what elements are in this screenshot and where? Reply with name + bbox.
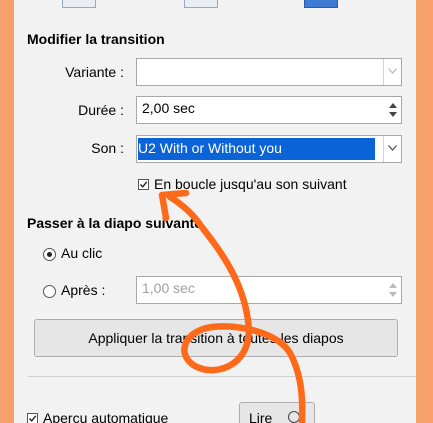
- after-delay-value: 1,00 sec: [142, 280, 195, 296]
- on-click-radio[interactable]: [43, 248, 56, 261]
- duration-value: 2,00 sec: [142, 100, 195, 116]
- after-delay-spin-buttons: [386, 277, 401, 303]
- spin-down-icon[interactable]: [389, 112, 397, 117]
- after-label[interactable]: Après :: [61, 282, 105, 298]
- play-button-label: Lire: [249, 410, 273, 423]
- sound-label: Son :: [91, 140, 124, 156]
- play-icon: [288, 411, 300, 423]
- transition-thumbnail-selected[interactable]: [304, 0, 338, 8]
- spin-down-icon: [389, 292, 397, 297]
- loop-checkbox-label[interactable]: En boucle jusqu'au son suivant: [154, 176, 347, 192]
- auto-preview-label[interactable]: Aperçu automatique: [43, 410, 168, 423]
- auto-preview-checkbox[interactable]: [27, 413, 38, 423]
- spin-up-icon[interactable]: [389, 103, 397, 108]
- duration-spinbox[interactable]: 2,00 sec: [136, 96, 402, 124]
- on-click-label[interactable]: Au clic: [61, 245, 102, 261]
- variant-dropdown[interactable]: [136, 58, 402, 86]
- chevron-down-icon[interactable]: [383, 59, 401, 85]
- sound-value: U2 With or Without you: [138, 140, 282, 156]
- after-delay-spinbox: 1,00 sec: [136, 276, 402, 304]
- duration-spin-buttons[interactable]: [386, 97, 401, 123]
- transition-thumbnail[interactable]: [62, 0, 96, 8]
- sound-dropdown[interactable]: U2 With or Without you: [136, 135, 402, 163]
- play-button[interactable]: Lire: [239, 402, 315, 423]
- advance-slide-heading: Passer à la diapo suivante: [27, 215, 203, 231]
- modify-transition-heading: Modifier la transition: [27, 31, 165, 47]
- duration-label: Durée :: [78, 102, 124, 118]
- spin-up-icon: [389, 283, 397, 288]
- separator: [28, 376, 416, 377]
- variant-label: Variante :: [65, 64, 124, 80]
- sound-selection-highlight: U2 With or Without you: [138, 138, 375, 160]
- slide-transition-panel: Modifier la transition Variante : Durée …: [14, 0, 416, 423]
- apply-to-all-slides-button[interactable]: Appliquer la transition à toutes les dia…: [34, 319, 398, 357]
- loop-checkbox[interactable]: [138, 179, 149, 190]
- after-radio[interactable]: [43, 285, 56, 298]
- chevron-down-icon[interactable]: [383, 136, 401, 162]
- transition-thumbnail[interactable]: [184, 0, 218, 8]
- transition-thumbnails: [14, 0, 416, 14]
